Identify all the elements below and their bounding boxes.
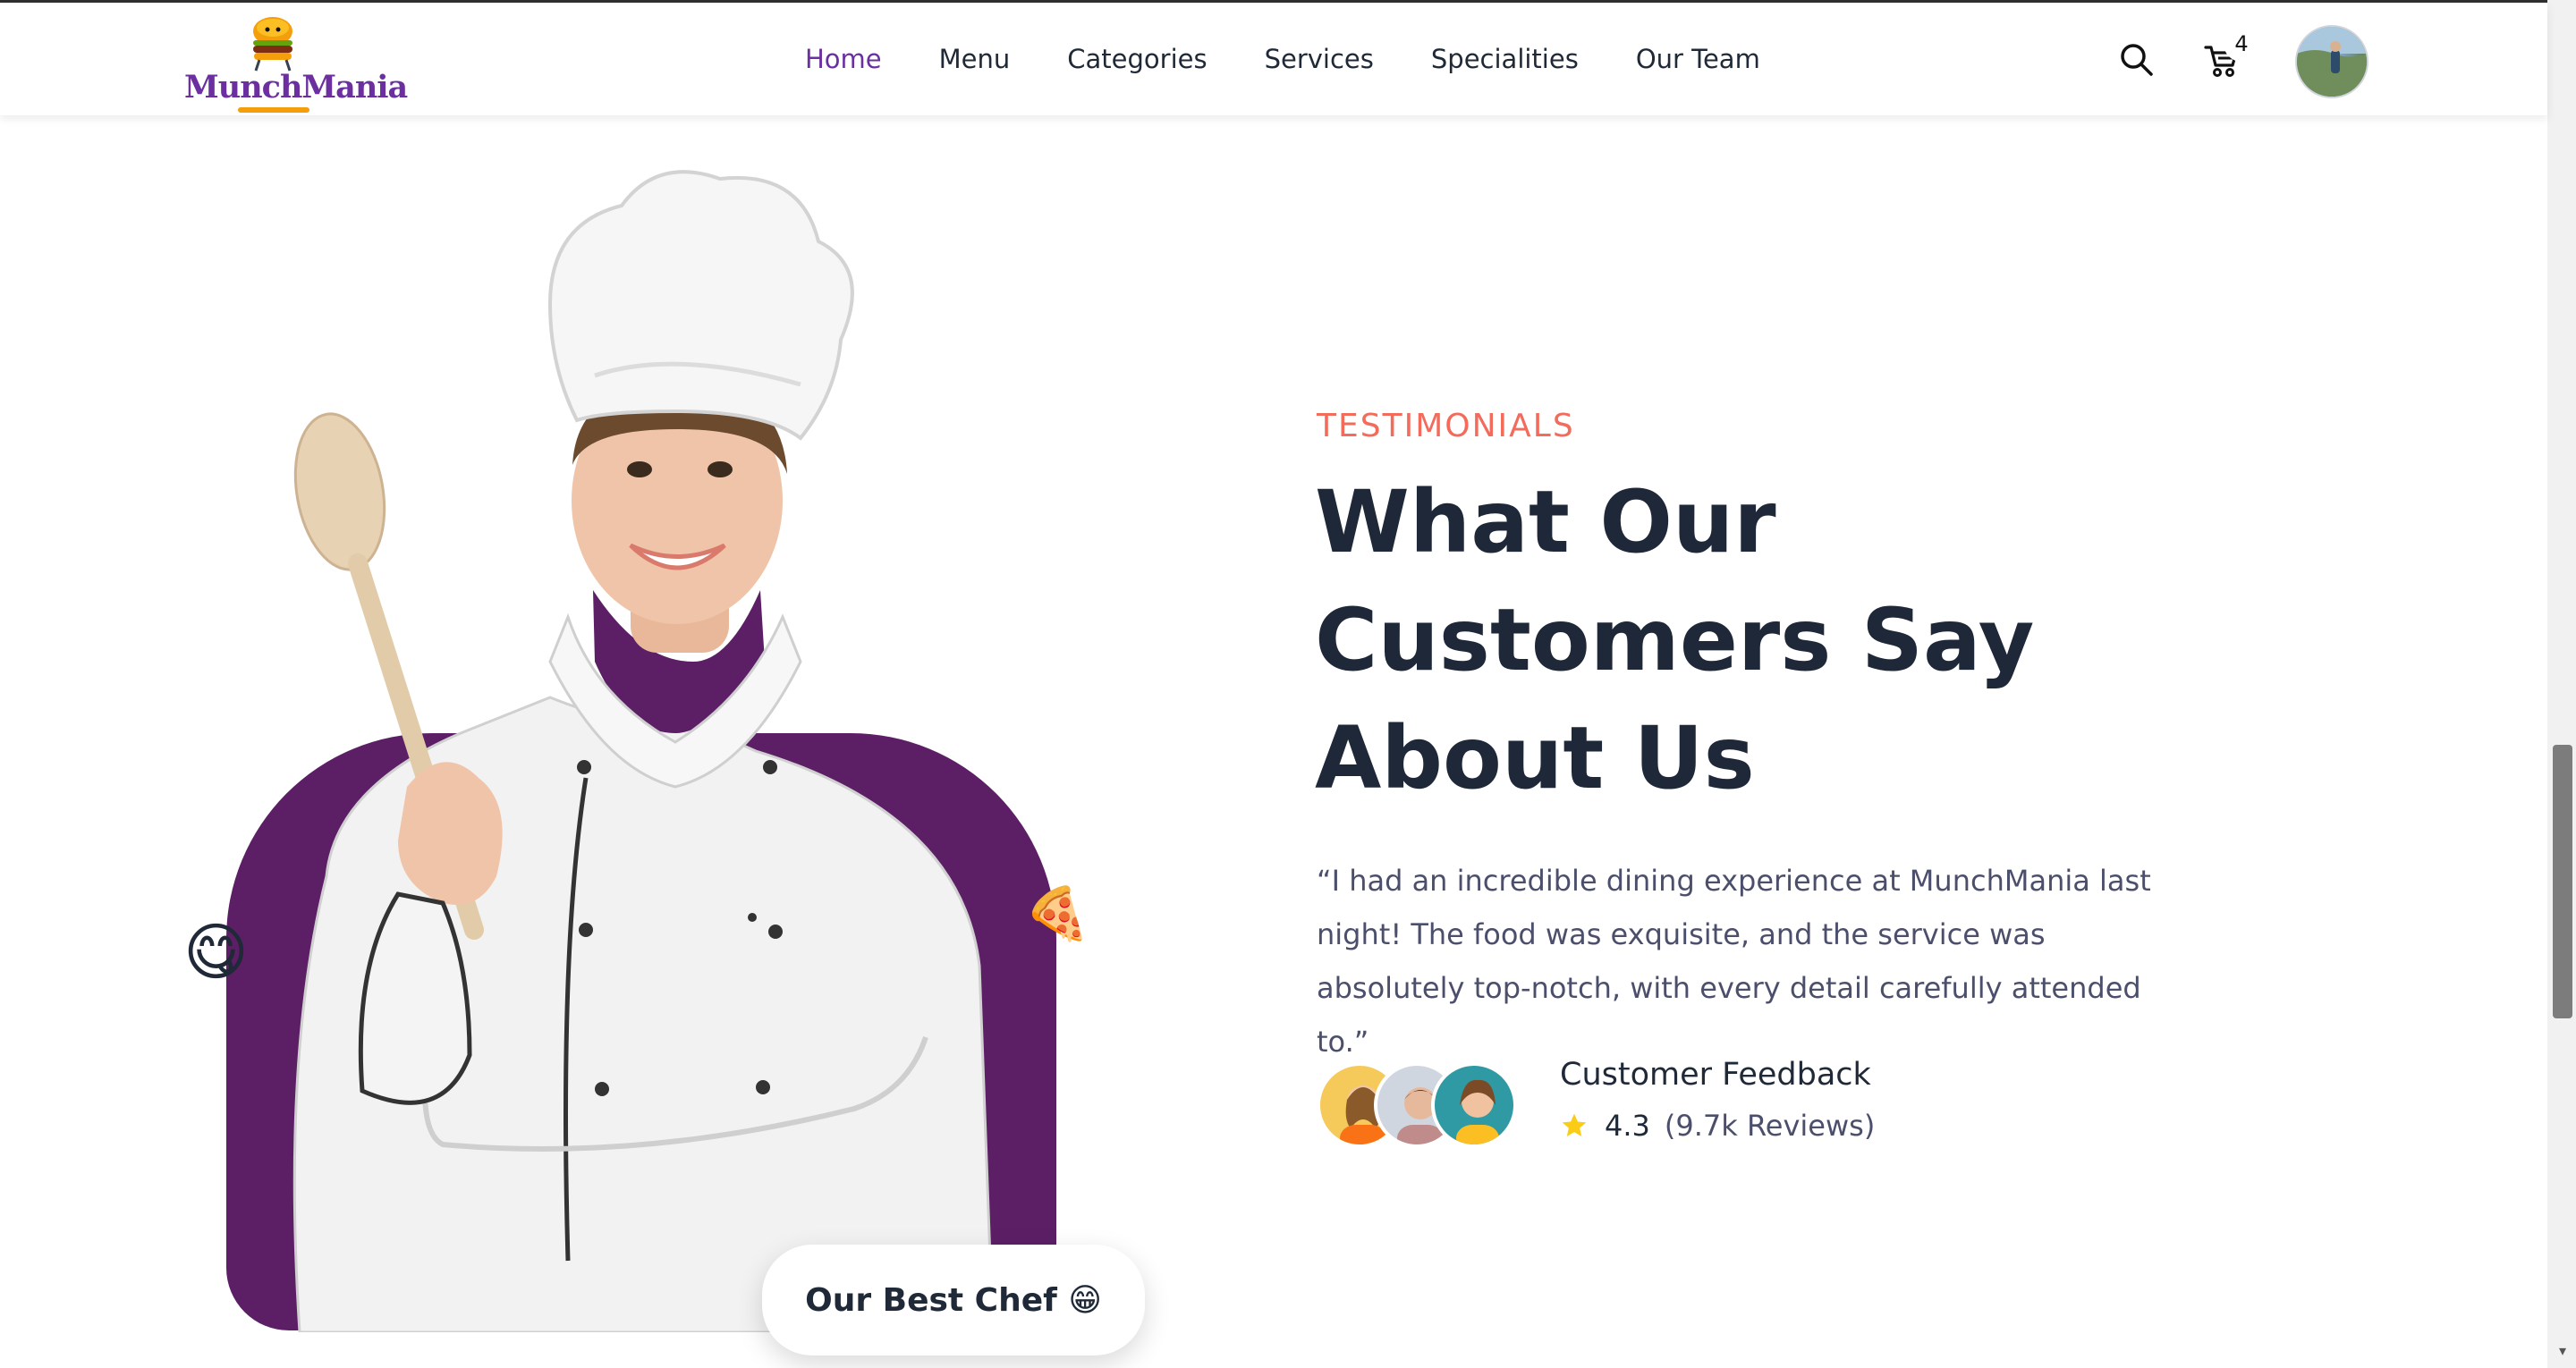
nav-item-specialities[interactable]: Specialities	[1431, 44, 1579, 74]
rating-row: 4.3 (9.7k Reviews)	[1560, 1109, 1875, 1143]
pizza-emoji: 🍕	[1020, 881, 1093, 950]
scroll-down-arrow-icon[interactable]: ▾	[2553, 1341, 2572, 1361]
brand-tagline-bar	[238, 107, 309, 113]
user-avatar[interactable]	[2295, 25, 2368, 98]
star-icon	[1562, 1113, 1587, 1136]
chef-illustration	[292, 170, 995, 1332]
avatar-photo	[2297, 27, 2367, 97]
burger-mascot-icon	[253, 17, 292, 72]
feedback-title: Customer Feedback	[1560, 1057, 1871, 1093]
section-eyebrow: TESTIMONIALS	[1317, 408, 1575, 444]
title-line-1: What Our	[1315, 472, 1776, 572]
brand-logo[interactable]: MunchMania	[184, 6, 408, 114]
chef-hero: 😋 🍕	[174, 161, 1167, 1368]
brand-name: MunchMania	[184, 69, 408, 106]
title-line-3: About Us	[1315, 708, 1755, 808]
scrollbar-thumb[interactable]	[2553, 745, 2572, 1018]
customer-avatar-photo	[1456, 1079, 1499, 1144]
nav-item-services[interactable]: Services	[1265, 44, 1374, 74]
nav-item-categories[interactable]: Categories	[1067, 44, 1207, 74]
site-header: MunchMania Home Menu Categories Services…	[0, 3, 2547, 115]
scrollbar-track[interactable]	[2547, 0, 2576, 1368]
search-icon[interactable]	[2115, 38, 2158, 81]
cart-count-badge: 4	[2224, 26, 2259, 62]
customer-avatar	[1431, 1062, 1517, 1148]
nav-item-home[interactable]: Home	[805, 44, 882, 74]
nav-item-our-team[interactable]: Our Team	[1636, 44, 1760, 74]
nav-item-menu[interactable]: Menu	[939, 44, 1011, 74]
yum-emoji: 😋	[183, 916, 249, 989]
testimonial-quote: “I had an incredible dining experience a…	[1317, 864, 2151, 1059]
section-title: What Our Customers Say About Us	[1315, 463, 2299, 817]
best-chef-label: Our Best Chef 😁	[762, 1245, 1145, 1355]
customer-feedback: Customer Feedback 4.3 (9.7k Reviews)	[1317, 1057, 2122, 1155]
review-count: (9.7k Reviews)	[1664, 1109, 1876, 1143]
rating-value: 4.3	[1605, 1109, 1650, 1143]
main-nav: Home Menu Categories Services Specialiti…	[805, 3, 1818, 115]
title-line-2: Customers Say	[1315, 590, 2035, 690]
